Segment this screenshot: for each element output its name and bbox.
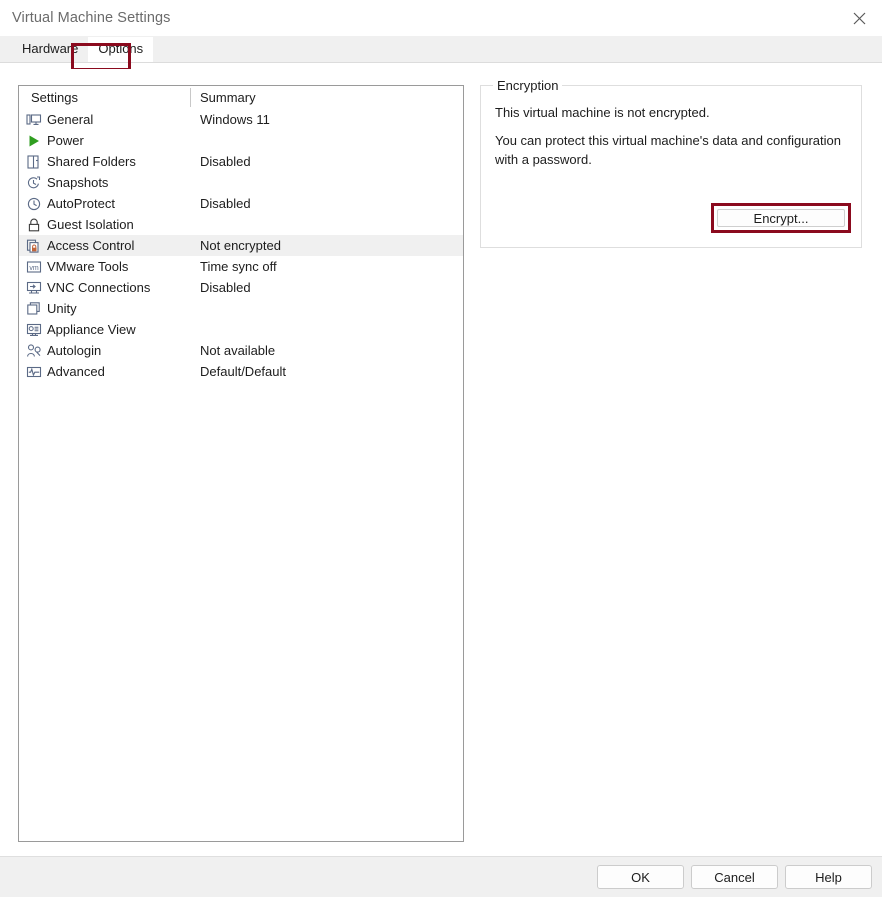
power-play-icon	[25, 132, 42, 149]
list-item-summary: Disabled	[200, 196, 251, 211]
list-item-label: Snapshots	[47, 175, 109, 190]
list-item-label: Shared Folders	[47, 154, 136, 169]
list-item-label: Unity	[47, 301, 77, 316]
list-item-label: Advanced	[47, 364, 105, 379]
list-item-summary: Disabled	[200, 280, 251, 295]
list-item-summary: Not encrypted	[200, 238, 281, 253]
vmware-tools-icon: vm	[25, 258, 42, 275]
encryption-description-text: You can protect this virtual machine's d…	[495, 133, 841, 167]
encryption-status-text: This virtual machine is not encrypted.	[495, 105, 710, 120]
vnc-icon	[25, 279, 42, 296]
tab-options[interactable]: Options	[88, 37, 154, 62]
snapshots-icon	[25, 174, 42, 191]
list-item-snapshots[interactable]: Snapshots	[19, 172, 463, 193]
shared-folders-icon	[25, 153, 42, 170]
lock-icon	[25, 216, 42, 233]
settings-list-panel[interactable]: Settings Summary General Windows 11 Powe…	[18, 85, 464, 842]
column-divider	[190, 88, 191, 107]
footer-button-group: OK Cancel Help	[597, 865, 872, 889]
encrypt-button[interactable]: Encrypt...	[717, 209, 845, 227]
list-item-unity[interactable]: Unity	[19, 298, 463, 319]
encryption-group-title: Encryption	[493, 78, 563, 93]
list-item-summary: Windows 11	[200, 112, 270, 127]
svg-text:vm: vm	[29, 265, 39, 272]
list-item-guest-isolation[interactable]: Guest Isolation	[19, 214, 463, 235]
list-item-power[interactable]: Power	[19, 130, 463, 151]
list-item-autoprotect[interactable]: AutoProtect Disabled	[19, 193, 463, 214]
close-icon	[853, 12, 866, 25]
autoprotect-icon	[25, 195, 42, 212]
list-item-advanced[interactable]: Advanced Default/Default	[19, 361, 463, 382]
list-item-general[interactable]: General Windows 11	[19, 109, 463, 130]
dialog-footer: OK Cancel Help	[0, 856, 882, 897]
list-item-label: Appliance View	[47, 322, 136, 337]
list-item-summary: Default/Default	[200, 364, 286, 379]
list-item-label: Power	[47, 133, 84, 148]
list-item-shared-folders[interactable]: Shared Folders Disabled	[19, 151, 463, 172]
monitor-icon	[25, 111, 42, 128]
list-item-autologin[interactable]: Autologin Not available	[19, 340, 463, 361]
list-item-appliance-view[interactable]: Appliance View	[19, 319, 463, 340]
list-item-summary: Time sync off	[200, 259, 277, 274]
title-bar: Virtual Machine Settings	[0, 0, 882, 36]
list-item-access-control[interactable]: Access Control Not encrypted	[19, 235, 463, 256]
tab-strip: Hardware Options	[0, 36, 882, 63]
encryption-group: Encryption This virtual machine is not e…	[480, 78, 862, 248]
help-button[interactable]: Help	[785, 865, 872, 889]
column-header-summary: Summary	[200, 90, 256, 105]
dialog-body: Settings Summary General Windows 11 Powe…	[0, 69, 882, 857]
list-item-label: AutoProtect	[47, 196, 115, 211]
close-button[interactable]	[836, 0, 882, 36]
unity-icon	[25, 300, 42, 317]
encrypt-button-annotation-box: Encrypt...	[711, 203, 851, 233]
list-item-label: Autologin	[47, 343, 102, 358]
list-item-label: General	[47, 112, 94, 127]
cancel-button[interactable]: Cancel	[691, 865, 778, 889]
window-title: Virtual Machine Settings	[12, 10, 171, 26]
appliance-view-icon	[25, 321, 42, 338]
advanced-icon	[25, 363, 42, 380]
ok-button[interactable]: OK	[597, 865, 684, 889]
list-item-label: VNC Connections	[47, 280, 151, 295]
list-item-vnc-connections[interactable]: VNC Connections Disabled	[19, 277, 463, 298]
list-item-label: Guest Isolation	[47, 217, 134, 232]
list-item-vmware-tools[interactable]: vm VMware Tools Time sync off	[19, 256, 463, 277]
list-item-label: Access Control	[47, 238, 135, 253]
list-header-row: Settings Summary	[19, 86, 463, 109]
column-header-settings: Settings	[31, 90, 78, 105]
list-item-summary: Not available	[200, 343, 276, 358]
list-item-label: VMware Tools	[47, 259, 129, 274]
list-item-summary: Disabled	[200, 154, 251, 169]
autologin-icon	[25, 342, 42, 359]
tab-hardware[interactable]: Hardware	[12, 37, 88, 62]
access-control-icon	[25, 237, 42, 254]
